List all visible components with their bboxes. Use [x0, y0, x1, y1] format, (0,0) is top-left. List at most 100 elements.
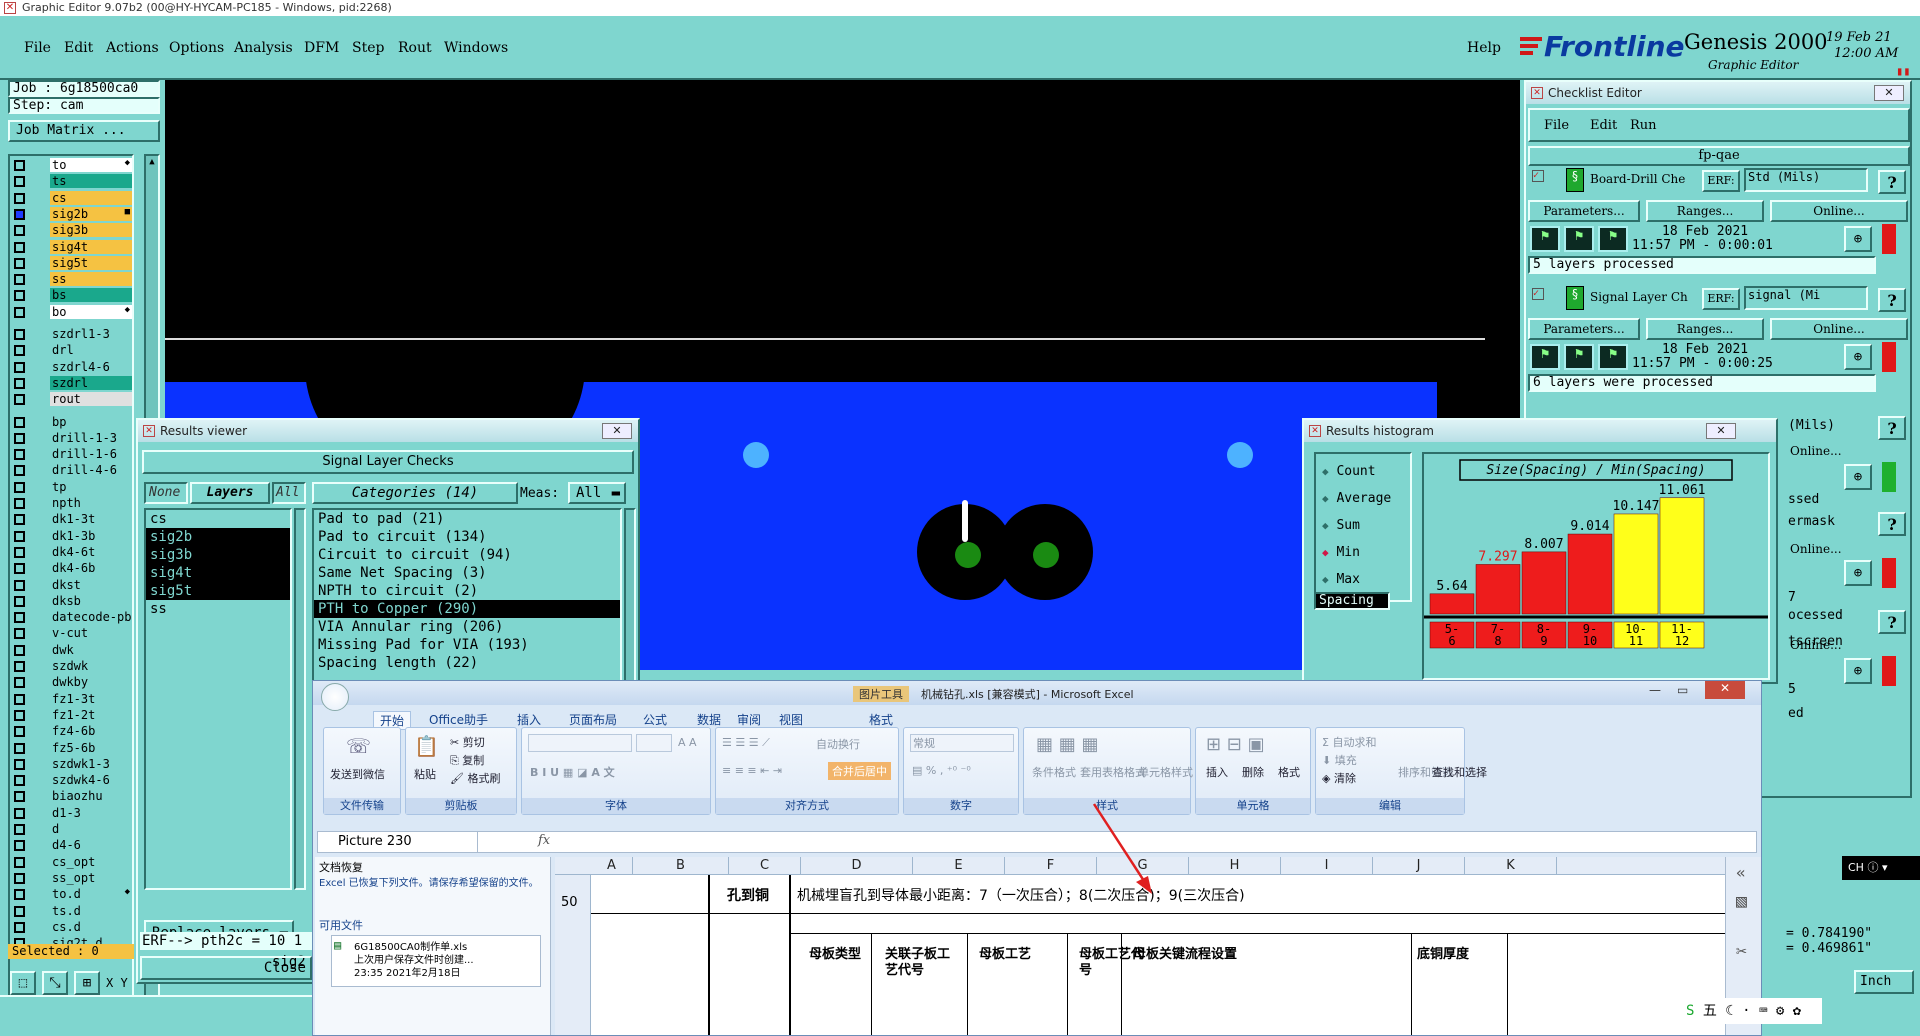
- layer-row[interactable]: fz5-6b: [10, 740, 134, 756]
- layer-checkbox[interactable]: [14, 791, 25, 803]
- layer-row[interactable]: cs.d: [10, 919, 134, 935]
- online-button[interactable]: Online...: [1790, 638, 1842, 652]
- mode-radio[interactable]: ◆ Count: [1322, 464, 1376, 479]
- erf-button[interactable]: ERF:: [1702, 170, 1740, 192]
- layer-row[interactable]: szdrl4-6: [10, 359, 134, 375]
- menu-windows[interactable]: Windows: [444, 40, 508, 56]
- category-item[interactable]: PTH to Copper (290): [314, 600, 620, 618]
- format-button[interactable]: 格式: [1278, 764, 1300, 780]
- column-header[interactable]: A: [591, 857, 633, 875]
- column-header[interactable]: K: [1465, 857, 1557, 875]
- layer-row[interactable]: sig5t: [10, 255, 134, 271]
- layer-row[interactable]: bs: [10, 288, 134, 303]
- layer-checkbox[interactable]: [14, 257, 25, 269]
- ribbon-tab[interactable]: Office助手: [429, 711, 488, 728]
- layer-checkbox[interactable]: [14, 824, 25, 835]
- layer-row[interactable]: szdwk: [10, 659, 134, 674]
- layer-checkbox[interactable]: [14, 329, 25, 340]
- wrap-text-button[interactable]: 自动换行: [816, 736, 860, 752]
- conditional-format-button[interactable]: 条件格式: [1032, 764, 1076, 780]
- units-button[interactable]: Inch: [1854, 970, 1914, 994]
- layer-row[interactable]: drl: [10, 343, 134, 358]
- layer-checkbox[interactable]: [14, 176, 25, 188]
- layer-row[interactable]: dksb: [10, 593, 134, 609]
- office-button-icon[interactable]: [321, 683, 349, 711]
- layer-checkbox[interactable]: [14, 225, 25, 237]
- mode-radio[interactable]: ◆ Min: [1322, 545, 1360, 560]
- list-item[interactable]: ss: [146, 600, 290, 618]
- check-enable-checkbox[interactable]: ✓: [1532, 170, 1544, 182]
- close-button[interactable]: Close: [140, 956, 312, 980]
- layer-checkbox[interactable]: [14, 856, 25, 868]
- layer-checkbox[interactable]: [14, 274, 25, 286]
- layer-checkbox[interactable]: [14, 872, 25, 884]
- tool-button-1[interactable]: ⬚: [10, 971, 38, 997]
- table-header-cell[interactable]: 关联子板工艺代号: [885, 947, 955, 979]
- layer-checkbox[interactable]: [14, 921, 25, 933]
- column-header[interactable]: H: [1189, 857, 1281, 875]
- layer-checkbox[interactable]: [14, 889, 25, 901]
- run-batch-icon[interactable]: ⚑: [1598, 226, 1628, 252]
- ribbon-tab[interactable]: 公式: [643, 711, 667, 728]
- name-box[interactable]: Picture 230: [318, 832, 478, 852]
- help-button[interactable]: ?: [1878, 416, 1906, 440]
- check-enable-checkbox[interactable]: ✓: [1532, 288, 1544, 300]
- font-style-icons[interactable]: B I U ▦ ◪ A 文: [530, 764, 615, 780]
- category-item[interactable]: Pad to pad (21): [314, 510, 620, 528]
- category-item[interactable]: Missing Pad for VIA (193): [314, 636, 620, 654]
- online-button[interactable]: Online...: [1770, 200, 1908, 222]
- menu-dfm[interactable]: DFM: [304, 40, 339, 56]
- job-matrix-button[interactable]: Job Matrix ...: [8, 120, 160, 142]
- layer-checkbox[interactable]: [14, 241, 25, 253]
- ranges-button[interactable]: Ranges...: [1646, 200, 1764, 222]
- font-name-field[interactable]: [528, 734, 632, 752]
- scissors-icon[interactable]: ✂: [1736, 941, 1747, 962]
- layer-row[interactable]: dk1-3t: [10, 512, 134, 527]
- column-header[interactable]: B: [633, 857, 729, 875]
- layer-row[interactable]: drill-1-3: [10, 430, 134, 446]
- layer-row[interactable]: rout: [10, 392, 134, 407]
- parameters-button[interactable]: Parameters...: [1528, 200, 1640, 222]
- mode-radio[interactable]: ◆ Sum: [1322, 518, 1360, 533]
- layer-checkbox[interactable]: [14, 514, 25, 526]
- font-size-field[interactable]: [636, 734, 672, 752]
- layer-row[interactable]: d1-3: [10, 805, 134, 821]
- grow-font-icon[interactable]: A A: [678, 736, 697, 749]
- menu-step[interactable]: Step: [352, 40, 384, 56]
- checklist-menu-run[interactable]: Run: [1630, 118, 1657, 133]
- cut-button[interactable]: ✂ 剪切: [450, 734, 485, 750]
- view-results-icon[interactable]: ⊕: [1844, 560, 1872, 586]
- layer-row[interactable]: dwk: [10, 642, 134, 658]
- recovery-file-item[interactable]: ▤ 6G18500CA0制作单.xls 上次用户保存文件时创建... 23:35…: [331, 935, 541, 987]
- layer-checkbox[interactable]: [14, 758, 25, 770]
- list-item[interactable]: sig4t: [146, 564, 290, 582]
- tool-button-2[interactable]: ⤡: [42, 971, 70, 997]
- all-button[interactable]: All: [272, 482, 306, 504]
- menu-options[interactable]: Options: [169, 40, 224, 56]
- paste-button[interactable]: 粘贴: [414, 766, 436, 782]
- layer-checkbox[interactable]: [14, 677, 25, 689]
- layer-row[interactable]: szdrl1-3: [10, 327, 134, 342]
- menu-actions[interactable]: Actions: [106, 40, 159, 56]
- checklist-menu-edit[interactable]: Edit: [1590, 118, 1617, 133]
- layer-checkbox[interactable]: [14, 661, 25, 672]
- menu-analysis[interactable]: Analysis: [234, 40, 293, 56]
- align-icons[interactable]: ≡ ≡ ≡ ⇤ ⇥: [722, 764, 782, 777]
- layer-row[interactable]: dwkby: [10, 675, 134, 690]
- layer-row[interactable]: dk4-6b: [10, 561, 134, 576]
- table-header-cell[interactable]: 底铜厚度: [1417, 947, 1577, 963]
- layer-row[interactable]: biaozhu: [10, 789, 134, 804]
- layer-checkbox[interactable]: [14, 579, 25, 591]
- layer-row[interactable]: to ◆: [10, 158, 134, 173]
- layer-checkbox[interactable]: [14, 481, 25, 493]
- ranges-button[interactable]: Ranges...: [1646, 318, 1764, 340]
- align-top-icons[interactable]: ☰ ☰ ☰ ⟋: [722, 736, 770, 750]
- menu-rout[interactable]: Rout: [398, 40, 432, 56]
- layer-row[interactable]: cs_opt: [10, 854, 134, 870]
- layer-checkbox[interactable]: [14, 394, 25, 406]
- layer-checkbox[interactable]: [14, 345, 25, 357]
- category-item[interactable]: Spacing length (22): [314, 654, 620, 672]
- layer-checkbox[interactable]: [14, 449, 25, 461]
- view-results-icon[interactable]: ⊕: [1844, 464, 1872, 490]
- column-header[interactable]: D: [801, 857, 913, 875]
